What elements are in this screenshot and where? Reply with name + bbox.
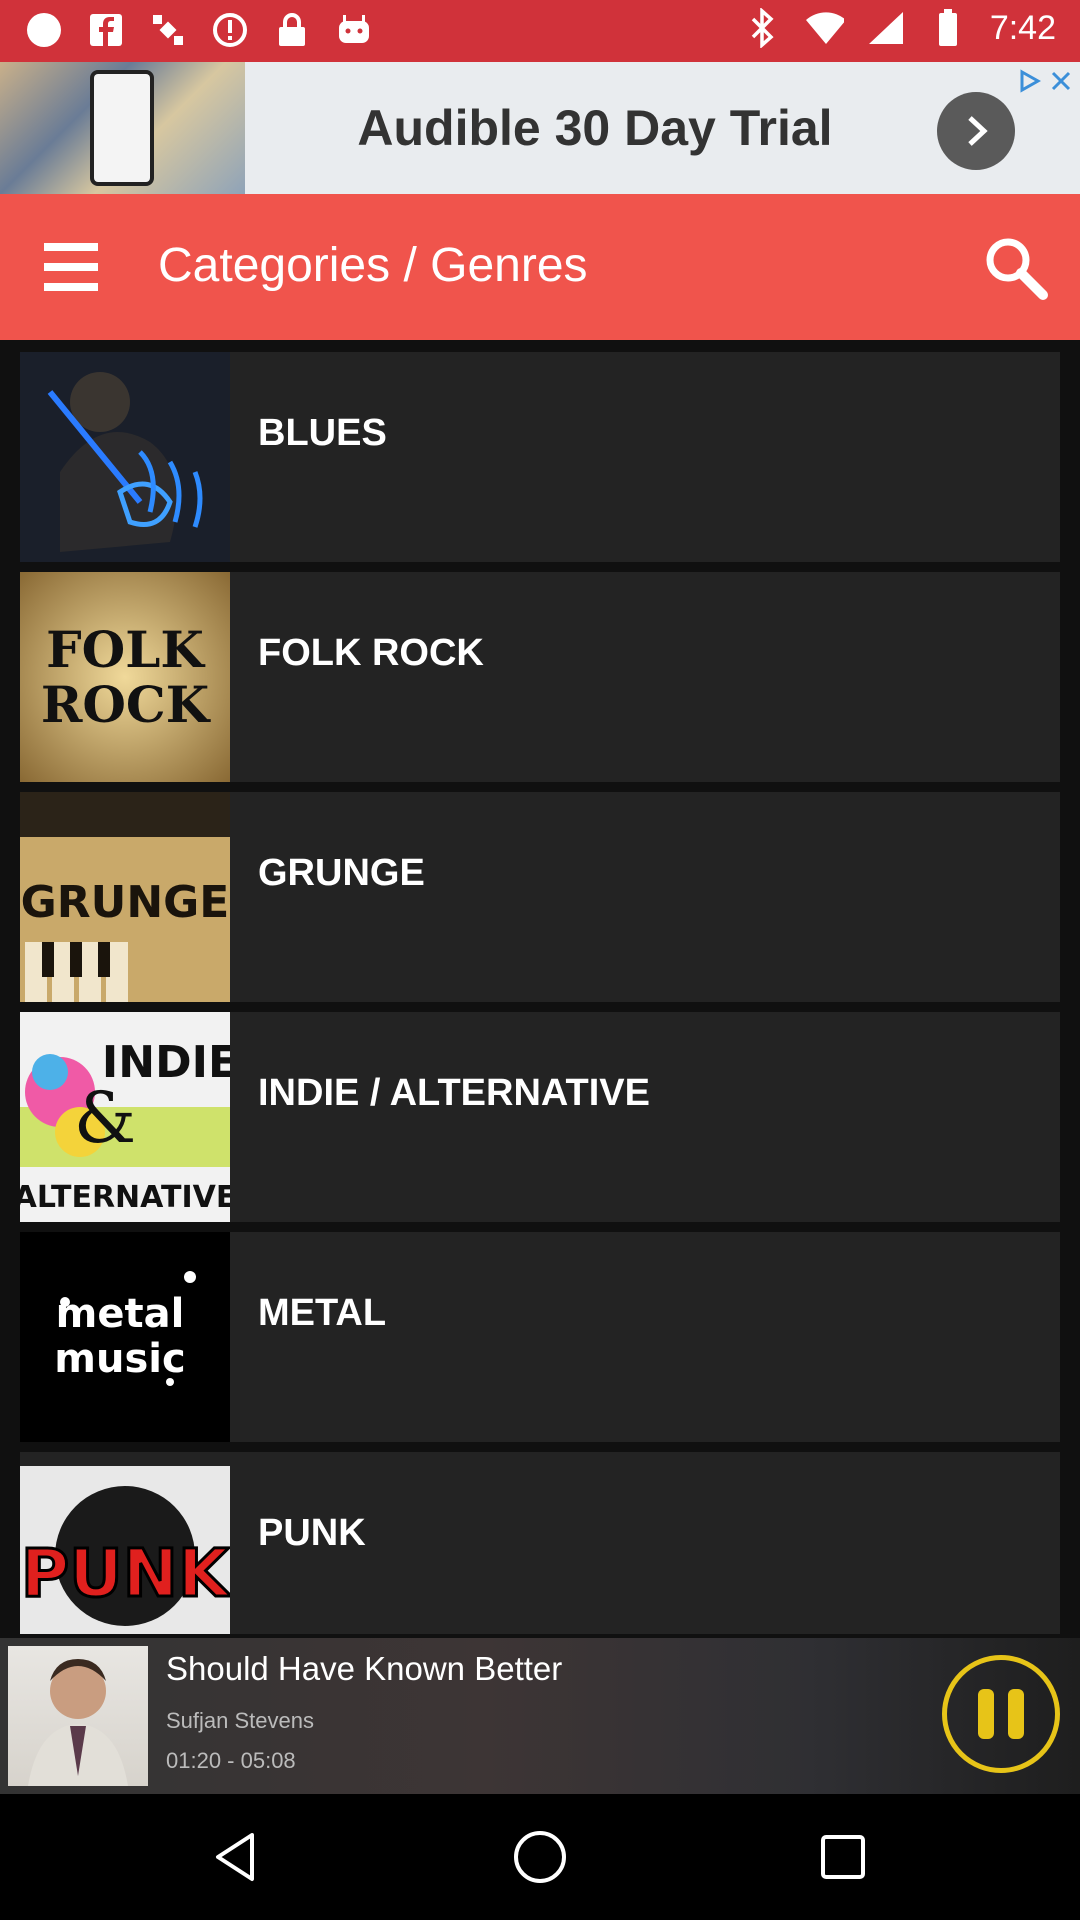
close-icon[interactable]	[1046, 66, 1076, 96]
bluetooth-icon	[742, 8, 782, 48]
svg-text:ROCK: ROCK	[41, 675, 211, 734]
track-artist: Sufjan Stevens	[166, 1708, 314, 1733]
chevron-right-icon[interactable]	[937, 92, 1015, 170]
genre-item-punk[interactable]: PUNK PUNK	[20, 1452, 1060, 1634]
track-time: 01:20 - 05:08	[166, 1748, 296, 1773]
circle-icon	[24, 10, 64, 50]
genre-label: PUNK	[258, 1512, 366, 1554]
svg-text:music: music	[54, 1336, 185, 1382]
lock-icon	[272, 10, 312, 50]
ad-banner[interactable]: Audible 30 Day Trial	[0, 62, 1080, 194]
page-title: Categories / Genres	[158, 239, 588, 292]
svg-text:&: &	[74, 1077, 136, 1159]
menu-icon[interactable]	[40, 237, 102, 297]
svg-text:metal: metal	[56, 1291, 185, 1337]
blues-art	[20, 352, 230, 562]
ad-image	[0, 62, 245, 194]
svg-text:PUNK: PUNK	[21, 1535, 230, 1612]
alert-icon	[210, 10, 250, 50]
genre-item-indie-alternative[interactable]: INDIE & ALTERNATIVE INDIE / ALTERNATIVE	[20, 1012, 1060, 1222]
home-icon[interactable]	[505, 1822, 575, 1892]
search-icon[interactable]	[980, 232, 1050, 302]
back-icon[interactable]	[201, 1822, 271, 1892]
folk-rock-art: FOLK ROCK	[20, 572, 230, 782]
clock: 7:42	[989, 8, 1056, 47]
now-playing-bar[interactable]: Should Have Known Better Sufjan Stevens …	[0, 1638, 1080, 1794]
pause-button[interactable]	[942, 1655, 1060, 1773]
genre-item-folk-rock[interactable]: FOLK ROCK FOLK ROCK	[20, 572, 1060, 782]
genre-item-blues[interactable]: BLUES	[20, 352, 1060, 562]
app-toolbar: Categories / Genres	[0, 194, 1080, 340]
indie-alternative-art: INDIE & ALTERNATIVE	[20, 1012, 230, 1222]
genre-label: FOLK ROCK	[258, 632, 484, 674]
satellite-icon	[148, 10, 188, 50]
pause-icon	[978, 1689, 994, 1739]
svg-text:FOLK: FOLK	[46, 620, 205, 679]
genre-label: BLUES	[258, 412, 387, 454]
genre-label: GRUNGE	[258, 852, 425, 894]
ad-choices-icon[interactable]	[1014, 66, 1044, 96]
metal-art: metal music	[20, 1232, 230, 1442]
track-title: Should Have Known Better	[166, 1650, 563, 1687]
genre-item-metal[interactable]: metal music METAL	[20, 1232, 1060, 1442]
genre-list: BLUES FOLK ROCK FOLK ROCK GRUNGE GRUNGE	[20, 352, 1060, 1644]
battery-icon	[928, 8, 968, 48]
genre-label: METAL	[258, 1292, 387, 1334]
facebook-icon	[86, 10, 126, 50]
genre-item-grunge[interactable]: GRUNGE GRUNGE	[20, 792, 1060, 1002]
album-cover	[8, 1646, 148, 1786]
genre-label: INDIE / ALTERNATIVE	[258, 1072, 650, 1114]
ad-text[interactable]: Audible 30 Day Trial	[245, 62, 945, 194]
android-icon	[334, 10, 374, 50]
svg-text:ALTERNATIVE: ALTERNATIVE	[20, 1180, 230, 1215]
status-bar: 7:42	[0, 0, 1080, 62]
grunge-art: GRUNGE	[20, 792, 230, 1002]
wifi-icon	[804, 8, 844, 48]
signal-icon	[866, 8, 906, 48]
svg-text:GRUNGE: GRUNGE	[21, 877, 230, 928]
system-nav-bar	[0, 1794, 1080, 1920]
punk-art: PUNK	[20, 1452, 230, 1634]
recents-icon[interactable]	[808, 1822, 878, 1892]
